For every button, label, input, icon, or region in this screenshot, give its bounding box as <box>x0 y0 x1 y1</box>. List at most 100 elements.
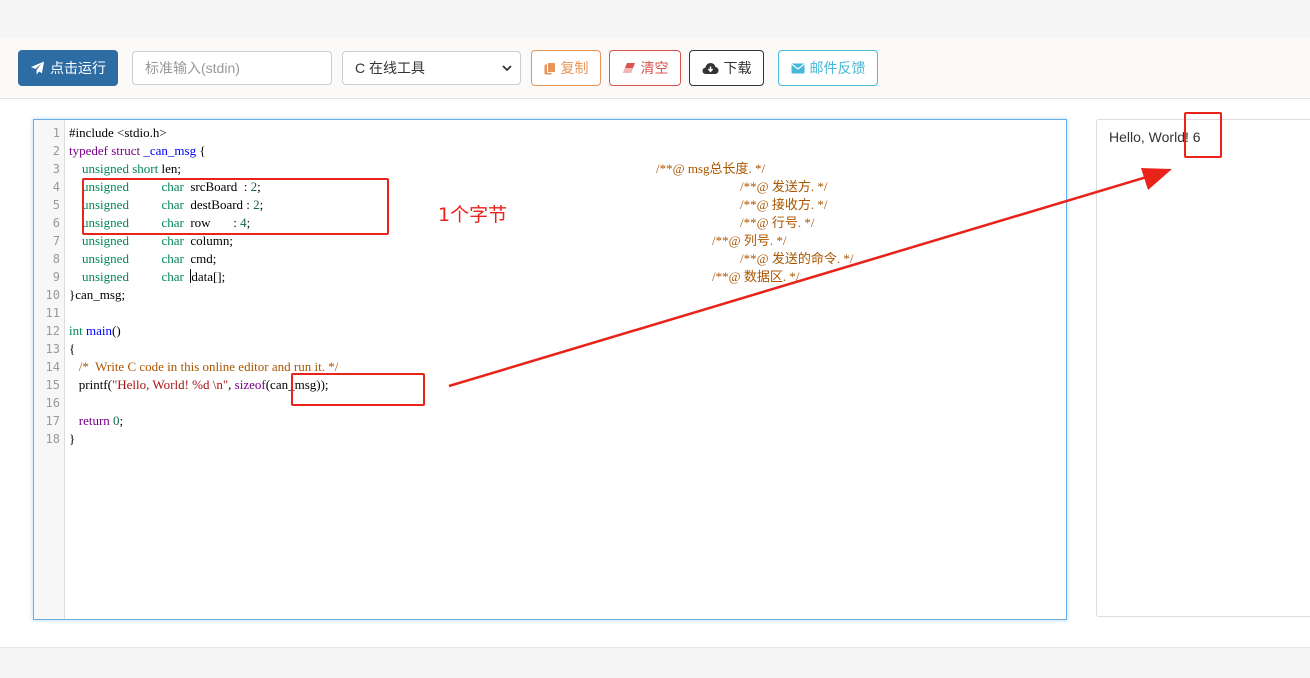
line-number-gutter: 1 2 3 4 5 6 7 8 9 10 11 12 13 14 15 16 17 18 <box>34 120 65 619</box>
envelope-icon <box>790 63 805 73</box>
code-comment: /**@ msg总长度. */ <box>656 161 766 176</box>
cloud-download-icon <box>702 62 718 74</box>
code-comment: /**@ 数据区. */ <box>712 269 800 284</box>
clear-button-label: 清空 <box>640 61 669 77</box>
download-button-label: 下载 <box>723 61 752 77</box>
line-number: 18 <box>45 432 60 446</box>
code-token: char <box>161 233 184 248</box>
code-token: int <box>69 323 83 338</box>
line-number: 3 <box>52 162 60 176</box>
line-number: 7 <box>52 234 60 248</box>
line-number: 2 <box>52 144 60 158</box>
run-button-label: 点击运行 <box>50 61 106 77</box>
code-token: char <box>161 269 184 284</box>
language-select[interactable]: C 在线工具 <box>342 51 521 85</box>
code-token: short <box>132 161 159 176</box>
run-button[interactable]: 点击运行 <box>18 50 118 86</box>
code-token: }can_msg; <box>69 287 126 302</box>
code-token: _can_msg <box>143 143 197 158</box>
chevron-down-icon <box>502 65 512 72</box>
code-token: } <box>69 431 76 446</box>
line-number: 6 <box>52 216 60 230</box>
line-number: 8 <box>52 252 60 266</box>
code-line: unsigned short len; <box>69 160 181 178</box>
annotation-label: 1个字节 <box>438 204 508 226</box>
line-number: 1 <box>52 126 60 140</box>
line-number: 17 <box>45 414 60 428</box>
code-line: printf("Hello, World! %d \n", sizeof(can… <box>69 376 329 394</box>
code-line: int main() <box>69 322 121 340</box>
line-number: 15 <box>45 378 60 392</box>
code-token: #include <stdio.h> <box>69 125 167 140</box>
code-token: unsigned <box>82 161 129 176</box>
code-comment: /**@ 发送的命令. */ <box>740 251 854 266</box>
code-line: #include <stdio.h> <box>69 124 167 142</box>
top-strip <box>0 0 1310 39</box>
code-comment: /**@ 列号. */ <box>712 233 787 248</box>
code-token: /* Write C code in this online editor an… <box>78 359 339 374</box>
code-comment: /**@ 行号. */ <box>740 215 815 230</box>
language-select-value: C 在线工具 <box>355 60 425 76</box>
annotation-box-bitfields <box>82 178 389 235</box>
line-number: 13 <box>45 342 60 356</box>
copy-button[interactable]: 复制 <box>531 50 601 86</box>
line-number: 11 <box>45 306 60 320</box>
code-comment: /**@ 接收方. */ <box>740 197 828 212</box>
email-feedback-button[interactable]: 邮件反馈 <box>778 50 878 86</box>
download-button[interactable]: 下载 <box>689 50 764 86</box>
code-token: { <box>69 341 76 356</box>
code-token: main <box>85 323 112 338</box>
code-comment: /**@ 发送方. */ <box>740 179 828 194</box>
copy-icon <box>544 61 556 74</box>
code-token: "Hello, World! %d \n" <box>111 377 229 392</box>
code-token: printf( <box>69 377 112 392</box>
code-line: { <box>69 340 75 358</box>
code-token: { <box>196 143 206 158</box>
code-token: struct <box>111 143 141 158</box>
line-number: 10 <box>45 288 60 302</box>
code-token: () <box>111 323 121 338</box>
line-number: 5 <box>52 198 60 212</box>
code-token: ; <box>119 413 124 428</box>
code-line: unsigned char cmd; <box>69 250 216 268</box>
toolbar: 点击运行 C 在线工具 复制 清空 下载 邮件反馈 <box>0 38 1310 99</box>
code-token: column; <box>183 233 233 248</box>
line-number: 14 <box>45 360 60 374</box>
code-line: unsigned char data[]; <box>69 268 225 286</box>
output-panel: Hello, World! 6 <box>1096 119 1310 617</box>
code-token: typedef <box>69 143 108 158</box>
bottom-strip <box>0 647 1310 678</box>
line-number: 9 <box>52 270 60 284</box>
stdin-input[interactable] <box>132 51 332 85</box>
code-line: return 0; <box>69 412 123 430</box>
code-token: unsigned <box>82 269 129 284</box>
copy-button-label: 复制 <box>560 61 589 77</box>
code-line: typedef struct _can_msg { <box>69 142 206 160</box>
code-token: return <box>78 413 110 428</box>
line-number: 4 <box>52 180 60 194</box>
code-token: cmd; <box>183 251 217 266</box>
email-feedback-button-label: 邮件反馈 <box>809 61 866 77</box>
code-token: data[]; <box>191 269 226 284</box>
code-token: unsigned <box>82 251 129 266</box>
annotation-box-output <box>1184 112 1222 158</box>
code-token: len; <box>158 161 181 176</box>
code-token: sizeof <box>234 377 266 392</box>
code-token: char <box>161 251 184 266</box>
code-line: }can_msg; <box>69 286 125 304</box>
eraser-icon <box>622 63 635 73</box>
paper-plane-icon <box>30 61 45 75</box>
line-number: 16 <box>45 396 60 410</box>
clear-button[interactable]: 清空 <box>609 50 681 86</box>
